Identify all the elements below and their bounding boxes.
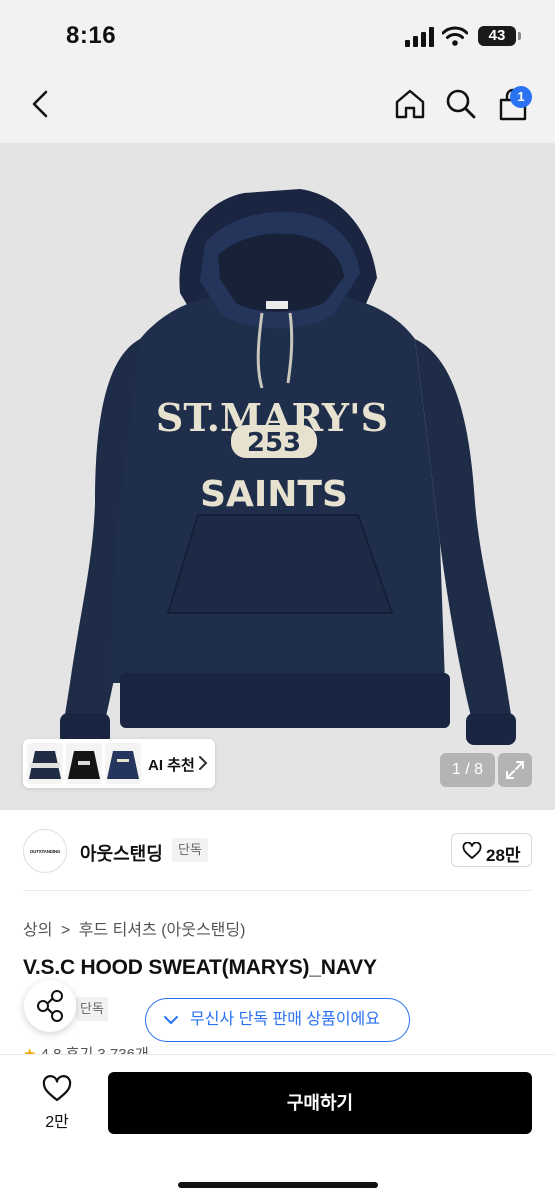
home-icon[interactable] [393, 87, 427, 121]
expand-icon [506, 761, 524, 779]
share-icon [37, 990, 63, 1022]
review-count: 후기 3,736개 [65, 1046, 149, 1055]
recommendation-thumbnail [105, 743, 141, 784]
brand-logo[interactable]: OUTSTANDING [23, 829, 67, 873]
rating-summary[interactable]: ★ 4.8 후기 3,736개 [23, 1043, 149, 1055]
chevron-right-icon [199, 756, 208, 770]
breadcrumb: 상의 > 후드 티셔츠 (아웃스탠딩) [23, 916, 249, 940]
star-icon: ★ [23, 1046, 37, 1055]
wishlist-count: 2만 [45, 1114, 69, 1131]
print-line-2: 253 [247, 428, 301, 458]
recommendation-thumbnail [27, 743, 63, 784]
recommendation-thumbnail [66, 743, 102, 784]
expand-button[interactable] [498, 753, 532, 787]
back-icon[interactable] [26, 88, 56, 120]
home-indicator [178, 1182, 378, 1188]
top-bar: 8:16 43 1 [0, 0, 555, 143]
breadcrumb-separator: > [60, 922, 71, 939]
toast-message: 무신사 단독 판매 상품이에요 [190, 1011, 380, 1028]
product-title: V.S.C HOOD SWEAT(MARYS)_NAVY [23, 956, 377, 979]
product-image: ST.MARY'S 253 SAINTS [60, 189, 516, 745]
buy-button[interactable]: 구매하기 [108, 1072, 532, 1134]
brand-like-button[interactable]: 28만 [451, 833, 532, 867]
exclusive-toast[interactable]: 무신사 단독 판매 상품이에요 [145, 998, 410, 1042]
image-counter: 1 / 8 [440, 753, 495, 787]
cellular-signal-icon [405, 27, 434, 47]
ai-recommendation-card[interactable]: AI 추천 [23, 739, 215, 788]
product-exclusive-tag: 단독 [76, 997, 108, 1021]
wifi-icon [442, 26, 468, 46]
check-icon [164, 1016, 178, 1024]
print-line-3: SAINTS [200, 474, 348, 515]
breadcrumb-item[interactable]: 상의 [23, 922, 52, 939]
heart-icon[interactable] [42, 1075, 72, 1103]
share-button[interactable] [24, 980, 76, 1032]
search-icon[interactable] [444, 87, 478, 121]
ai-recommendation-label: AI 추천 [148, 757, 195, 774]
divider [23, 890, 532, 891]
heart-icon [462, 842, 482, 859]
product-image-gallery[interactable]: ST.MARY'S 253 SAINTS [0, 143, 555, 810]
rating-value: 4.8 [40, 1046, 62, 1055]
brand-name[interactable]: 아웃스탠딩 [80, 840, 163, 866]
breadcrumb-item[interactable]: 후드 티셔츠 (아웃스탠딩) [79, 922, 246, 939]
battery-indicator: 43 [478, 26, 521, 46]
status-time: 8:16 [66, 22, 117, 49]
exclusive-badge: 단독 [172, 838, 208, 862]
brand-like-count: 28만 [486, 846, 521, 865]
cart-count-badge: 1 [510, 86, 532, 108]
